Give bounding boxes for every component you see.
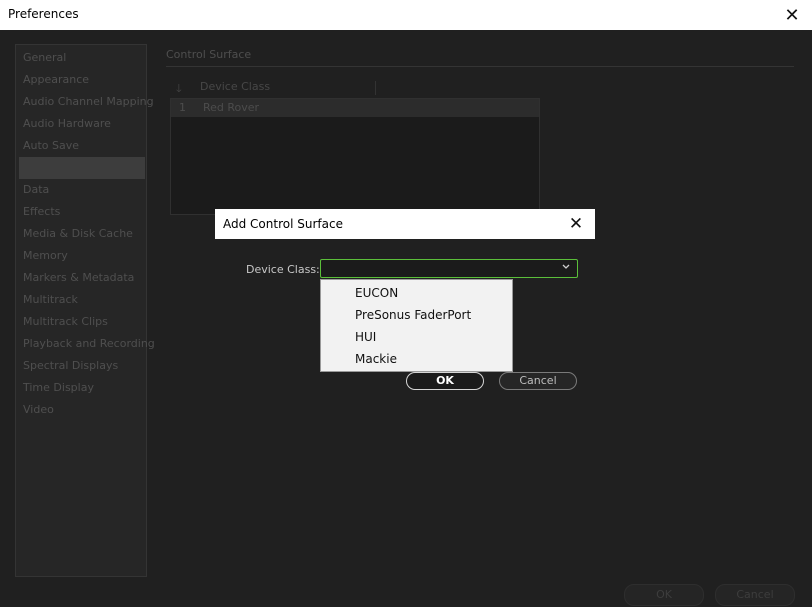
sidebar-item-data[interactable]: Data	[19, 179, 145, 201]
sidebar-item-control-surface[interactable]	[19, 157, 145, 179]
device-class-dropdown: EUCON PreSonus FaderPort HUI Mackie	[320, 279, 513, 372]
option-hui[interactable]: HUI	[355, 330, 376, 344]
panel-title: Control Surface	[166, 48, 252, 61]
sidebar-item-general[interactable]: General	[19, 47, 145, 69]
dialog-title: Add Control Surface	[223, 217, 343, 231]
cancel-button[interactable]: Cancel	[499, 372, 577, 390]
sidebar-item-appearance[interactable]: Appearance	[19, 69, 145, 91]
control-surface-table: 1 Red Rover	[170, 98, 540, 215]
column-separator	[375, 81, 376, 95]
sidebar-item-playback-recording[interactable]: Playback and Recording	[19, 333, 155, 355]
sidebar-item-auto-save[interactable]: Auto Save	[19, 135, 145, 157]
sidebar-item-time-display[interactable]: Time Display	[19, 377, 145, 399]
divider	[166, 66, 794, 67]
close-icon[interactable]: ✕	[772, 0, 812, 30]
row-device-name: Red Rover	[203, 101, 260, 114]
sidebar-item-effects[interactable]: Effects	[19, 201, 145, 223]
footer-cancel-button[interactable]: Cancel	[715, 584, 795, 606]
row-number: 1	[179, 101, 186, 114]
dialog-titlebar: Add Control Surface ✕	[215, 209, 595, 239]
sidebar-item-video[interactable]: Video	[19, 399, 145, 421]
option-eucon[interactable]: EUCON	[355, 286, 398, 300]
preferences-sidebar: General Appearance Audio Channel Mapping…	[15, 44, 155, 577]
sidebar-item-memory[interactable]: Memory	[19, 245, 145, 267]
sidebar-item-audio-hardware[interactable]: Audio Hardware	[19, 113, 145, 135]
sidebar-item-markers-metadata[interactable]: Markers & Metadata	[19, 267, 145, 289]
window-title: Preferences	[8, 7, 79, 21]
table-row[interactable]: 1 Red Rover	[171, 99, 539, 117]
down-arrow-icon[interactable]: 🡓	[176, 80, 182, 99]
device-class-select[interactable]	[320, 259, 578, 278]
footer-ok-button[interactable]: OK	[624, 584, 704, 606]
sidebar-item-audio-channel-mapping[interactable]: Audio Channel Mapping	[19, 91, 154, 113]
close-icon[interactable]: ✕	[561, 209, 591, 239]
chevron-down-icon	[561, 262, 571, 275]
column-header-device-class[interactable]: Device Class	[200, 80, 270, 93]
ok-button[interactable]: OK	[406, 372, 484, 390]
sidebar-item-multitrack-clips[interactable]: Multitrack Clips	[19, 311, 145, 333]
sidebar-item-multitrack[interactable]: Multitrack	[19, 289, 145, 311]
sidebar-item-media-disk-cache[interactable]: Media & Disk Cache	[19, 223, 145, 245]
table-header: 🡓 Device Class	[170, 80, 538, 96]
window-titlebar: Preferences ✕	[0, 0, 812, 30]
sidebar-item-spectral-displays[interactable]: Spectral Displays	[19, 355, 145, 377]
option-presonus-faderport[interactable]: PreSonus FaderPort	[355, 308, 471, 322]
option-mackie[interactable]: Mackie	[355, 352, 397, 366]
device-class-label: Device Class:	[246, 263, 320, 276]
